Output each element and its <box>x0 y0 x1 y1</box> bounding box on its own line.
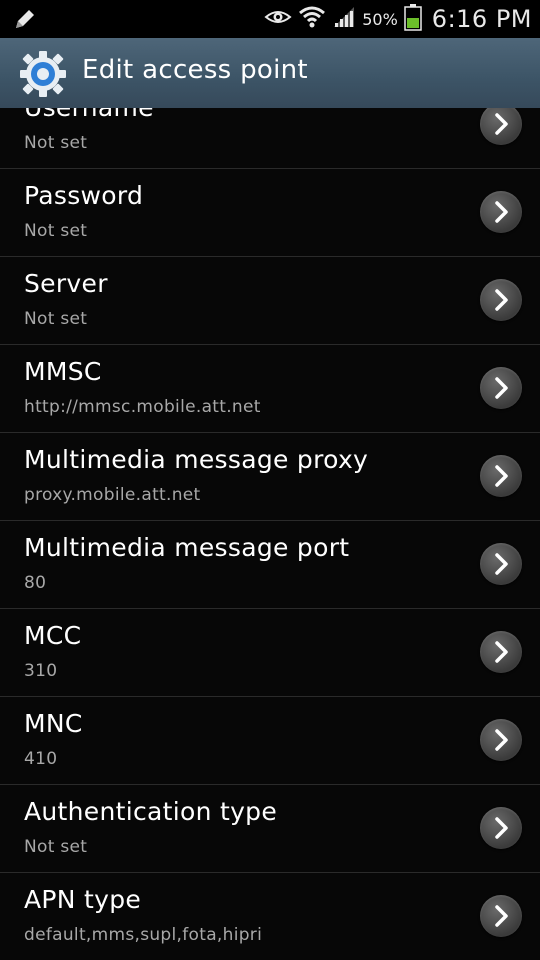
signal-icon <box>332 5 356 33</box>
list-item-server[interactable]: Server Not set <box>0 257 540 345</box>
item-title: Username <box>24 108 154 122</box>
list-item-mms-proxy[interactable]: Multimedia message proxy proxy.mobile.at… <box>0 433 540 521</box>
wifi-icon <box>298 4 326 34</box>
list-item-password[interactable]: Password Not set <box>0 169 540 257</box>
item-title: Password <box>24 181 144 210</box>
item-value: 410 <box>24 749 58 769</box>
item-title: Authentication type <box>24 797 278 826</box>
chevron-right-icon[interactable] <box>480 719 522 761</box>
item-title: Multimedia message port <box>24 533 350 562</box>
list-item-mms-port[interactable]: Multimedia message port 80 <box>0 521 540 609</box>
list-item-mmsc[interactable]: MMSC http://mmsc.mobile.att.net <box>0 345 540 433</box>
list-item-authentication-type[interactable]: Authentication type Not set <box>0 785 540 873</box>
settings-gear-icon[interactable] <box>18 49 68 99</box>
item-value: Not set <box>24 221 88 241</box>
item-value: http://mmsc.mobile.att.net <box>24 397 261 417</box>
battery-percent: 50% <box>362 9 398 29</box>
chevron-right-icon[interactable] <box>480 191 522 233</box>
action-bar: Edit access point <box>0 38 540 109</box>
item-title: MMSC <box>24 357 102 386</box>
screen: 50% 6:16 PM Edit access point Not set Pa… <box>0 0 540 960</box>
chevron-right-icon[interactable] <box>480 279 522 321</box>
list-item-apn-type[interactable]: APN type default,mms,supl,fota,hipri <box>0 873 540 960</box>
list-item-username[interactable]: Username Not set <box>0 108 540 169</box>
chevron-right-icon[interactable] <box>480 631 522 673</box>
clock: 6:16 PM <box>431 5 532 33</box>
item-title: Multimedia message proxy <box>24 445 369 474</box>
item-value: 80 <box>24 573 47 593</box>
apn-settings-list[interactable]: Username Not set Password Not set Server… <box>0 108 540 960</box>
chevron-right-icon[interactable] <box>480 108 522 145</box>
chevron-right-icon[interactable] <box>480 367 522 409</box>
chevron-right-icon[interactable] <box>480 455 522 497</box>
item-title: Server <box>24 269 108 298</box>
status-icons: 50% 6:16 PM <box>258 0 532 38</box>
item-value: default,mms,supl,fota,hipri <box>24 925 263 945</box>
list-item-mnc[interactable]: MNC 410 <box>0 697 540 785</box>
chevron-right-icon[interactable] <box>480 895 522 937</box>
list-item-mcc[interactable]: MCC 310 <box>0 609 540 697</box>
chevron-right-icon[interactable] <box>480 807 522 849</box>
page-title: Edit access point <box>82 55 308 85</box>
battery-icon <box>404 3 422 35</box>
item-title: APN type <box>24 885 142 914</box>
status-bar: 50% 6:16 PM <box>0 0 540 38</box>
item-value: 310 <box>24 661 58 681</box>
item-value: Not set <box>24 309 88 329</box>
item-value: proxy.mobile.att.net <box>24 485 201 505</box>
item-value: Not set <box>24 133 88 153</box>
item-title: MNC <box>24 709 83 738</box>
eye-icon <box>264 7 292 31</box>
chevron-right-icon[interactable] <box>480 543 522 585</box>
item-value: Not set <box>24 837 88 857</box>
pencil-icon <box>12 6 38 32</box>
item-title: MCC <box>24 621 82 650</box>
